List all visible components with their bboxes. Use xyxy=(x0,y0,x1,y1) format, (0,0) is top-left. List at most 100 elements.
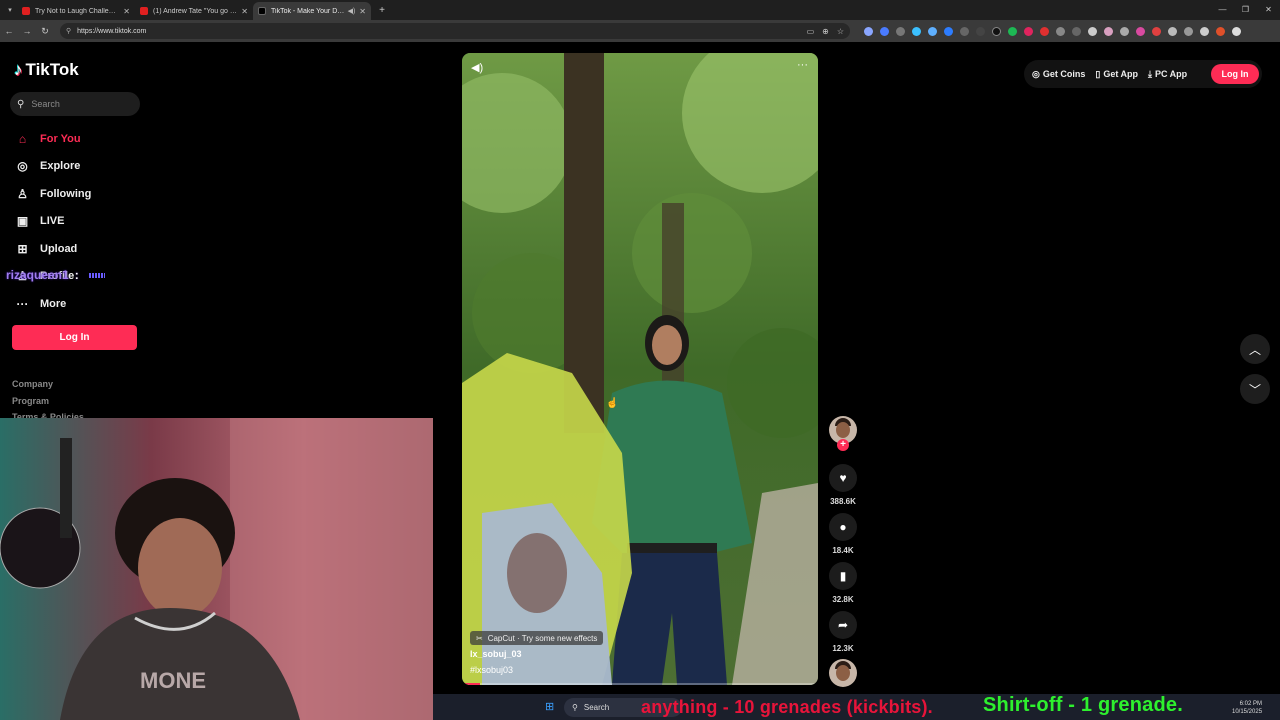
sidebar-item-explore[interactable]: ◎ Explore xyxy=(14,153,91,181)
video-player[interactable]: ◀) ··· ☝ ✂ CapCut · Try some new effects… xyxy=(462,53,818,685)
extension-icon[interactable] xyxy=(1119,26,1129,36)
zoom-icon[interactable]: ⊕ xyxy=(822,27,829,36)
sidebar-item-live[interactable]: ▣ LIVE xyxy=(14,208,91,236)
logo-text: TikTok xyxy=(25,60,79,79)
tiktok-logo[interactable]: ♪ TikTok xyxy=(14,60,79,80)
sidebar-login-button[interactable]: Log In xyxy=(12,325,137,350)
heart-icon[interactable]: ♥ xyxy=(829,464,857,492)
reading-list-icon[interactable] xyxy=(1183,26,1193,36)
extension-icon[interactable] xyxy=(911,26,921,36)
extensions-puzzle-icon[interactable] xyxy=(1167,26,1177,36)
sidepanel-icon[interactable] xyxy=(1199,26,1209,36)
extension-icon[interactable] xyxy=(943,26,953,36)
new-tab-button[interactable]: + xyxy=(375,5,389,16)
extension-icon[interactable] xyxy=(1151,26,1161,36)
taskbar-search-label: Search xyxy=(583,703,610,712)
bookmark-icon[interactable]: ▮ xyxy=(829,562,857,590)
browser-tab-3[interactable]: TikTok - Make Your Day ◀) ✕ xyxy=(253,2,371,20)
sidebar-item-label: LIVE xyxy=(40,215,65,228)
extension-icon[interactable] xyxy=(959,26,969,36)
site-info-icon[interactable]: ⚲ xyxy=(66,27,71,35)
extension-icon[interactable] xyxy=(1087,26,1097,36)
save-count: 32.8K xyxy=(832,595,854,604)
youtube-icon xyxy=(22,7,30,15)
windows-start-icon[interactable]: ⊞ xyxy=(545,701,557,713)
save-action[interactable]: ▮ 32.8K xyxy=(826,562,860,604)
previous-video-button[interactable]: ︿ xyxy=(1240,334,1270,364)
browser-tab-strip: ▾ Try Not to Laugh Challenge 147 ✕ (1) A… xyxy=(0,0,1280,20)
extension-icon[interactable] xyxy=(1071,26,1081,36)
close-tab-icon[interactable]: ✕ xyxy=(241,7,248,16)
footer-link-program[interactable]: Program xyxy=(12,393,84,410)
share-action[interactable]: ➦ 12.3K xyxy=(826,611,860,653)
taskbar-clock[interactable]: 6:02 PM 10/15/2025 xyxy=(1232,700,1262,716)
comment-action[interactable]: ● 18.4K xyxy=(826,513,860,555)
like-count: 388.6K xyxy=(830,497,856,506)
chat-separator: : xyxy=(74,268,79,282)
sidebar-item-following[interactable]: ♙ Following xyxy=(14,180,91,208)
extension-icon[interactable] xyxy=(1007,26,1017,36)
forward-icon[interactable]: → xyxy=(18,26,36,36)
video-progress-bar[interactable] xyxy=(462,683,818,685)
comment-icon[interactable]: ● xyxy=(829,513,857,541)
extension-icon[interactable] xyxy=(991,26,1001,36)
sidebar-item-for-you[interactable]: ⌂ For You xyxy=(14,125,91,153)
coin-icon: ◎ xyxy=(1032,68,1040,79)
sidebar-item-more[interactable]: ··· More xyxy=(14,290,91,318)
sidebar-item-upload[interactable]: ⊞ Upload xyxy=(14,235,91,263)
volume-icon[interactable]: ◀) xyxy=(471,61,483,74)
get-app-label: Get App xyxy=(1103,69,1138,79)
more-options-icon[interactable]: ··· xyxy=(797,59,808,71)
address-bar[interactable]: ⚲ https://www.tiktok.com ▭ ⊕ ☆ xyxy=(60,23,850,39)
extension-icon[interactable] xyxy=(1023,26,1033,36)
extension-icon[interactable] xyxy=(1039,26,1049,36)
extension-icon[interactable] xyxy=(1135,26,1145,36)
audio-playing-icon[interactable]: ◀) xyxy=(348,7,356,15)
close-tab-icon[interactable]: ✕ xyxy=(123,7,130,16)
extension-icon[interactable] xyxy=(975,26,985,36)
extension-icon[interactable] xyxy=(1103,26,1113,36)
get-coins-button[interactable]: ◎ Get Coins xyxy=(1032,69,1085,80)
top-login-button[interactable]: Log In xyxy=(1211,64,1259,84)
search-input[interactable]: ⚲ Search xyxy=(10,92,140,116)
stream-ticker-red: anything - 10 grenades (kickbits). xyxy=(641,697,933,717)
stream-chat-overlay: rizaqueen1: xyxy=(6,268,105,282)
video-author[interactable]: lx_sobuj_03 xyxy=(470,649,522,659)
music-disc-avatar[interactable] xyxy=(829,659,857,687)
bookmark-star-icon[interactable]: ☆ xyxy=(837,27,844,36)
menu-kebab-icon[interactable] xyxy=(1231,26,1241,36)
next-video-button[interactable]: ﹀ xyxy=(1240,374,1270,404)
follow-button[interactable]: + xyxy=(837,439,849,451)
footer-link-company[interactable]: Company xyxy=(12,376,84,393)
tab-search-icon[interactable]: ▾ xyxy=(3,3,17,17)
video-hashtag[interactable]: #lxsobuj03 xyxy=(470,665,513,675)
extension-icon[interactable] xyxy=(863,26,873,36)
share-icon[interactable]: ➦ xyxy=(829,611,857,639)
streamer-webcam: MONE xyxy=(0,418,433,720)
pc-app-button[interactable]: ⤓ PC App xyxy=(1148,69,1187,80)
profile-avatar-icon[interactable] xyxy=(1215,26,1225,36)
tab-title: TikTok - Make Your Day xyxy=(271,7,345,15)
tiktok-logo-icon: ♪ xyxy=(14,60,23,79)
close-tab-icon[interactable]: ✕ xyxy=(359,7,366,16)
sidebar-item-label: More xyxy=(40,297,67,310)
close-window-button[interactable]: ✕ xyxy=(1257,0,1280,20)
get-app-button[interactable]: ▯ Get App xyxy=(1095,69,1138,80)
browser-tab-1[interactable]: Try Not to Laugh Challenge 147 ✕ xyxy=(17,2,135,20)
cast-icon[interactable]: ▭ xyxy=(807,27,815,36)
audio-meter-icon xyxy=(88,273,105,279)
like-action[interactable]: ♥ 388.6K xyxy=(826,464,860,506)
stream-ticker-green: Shirt-off - 1 grenade. xyxy=(983,694,1183,716)
back-icon[interactable]: ← xyxy=(0,26,18,36)
extension-icon[interactable] xyxy=(879,26,889,36)
extension-icon[interactable] xyxy=(895,26,905,36)
tab-title: Try Not to Laugh Challenge 147 xyxy=(35,7,120,15)
chat-username: rizaqueen1 xyxy=(6,268,69,282)
extension-icon[interactable] xyxy=(927,26,937,36)
effect-tag[interactable]: ✂ CapCut · Try some new effects xyxy=(470,631,604,645)
extension-icon[interactable] xyxy=(1055,26,1065,36)
maximize-button[interactable]: ❐ xyxy=(1234,0,1257,20)
browser-tab-2[interactable]: (1) Andrew Tate "You go to you ✕ xyxy=(135,2,253,20)
reload-icon[interactable]: ↻ xyxy=(36,26,54,37)
minimize-button[interactable]: — xyxy=(1211,0,1234,20)
